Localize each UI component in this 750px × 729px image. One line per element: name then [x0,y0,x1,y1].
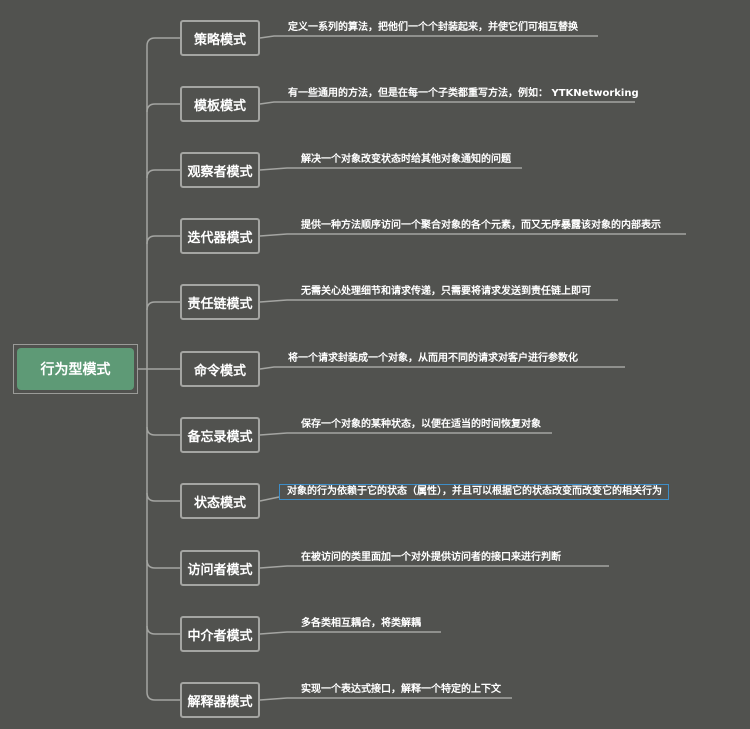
branch-desc-strategy[interactable]: 定义一系列的算法，把他们一个个封装起来，并使它们可相互替换 [288,21,578,35]
branch-connector-chain-of-responsibility [146,301,180,311]
branch-node-mediator[interactable]: 中介者模式 [180,616,260,652]
mindmap-canvas[interactable]: 行为型模式 策略模式 定义一系列的算法，把他们一个个封装起来，并使它们可相互替换模… [0,0,750,729]
branch-node-state[interactable]: 状态模式 [180,483,260,519]
branch-connector-strategy [146,37,180,47]
branch-connector-visitor [146,559,180,569]
branch-desc-chain-of-responsibility[interactable]: 无需关心处理细节和请求传递，只需要将请求发送到责任链上即可 [301,285,591,299]
branch-node-memento[interactable]: 备忘录模式 [180,417,260,453]
desc-underline-strategy [259,35,598,39]
branch-connector-observer [146,169,180,179]
desc-underline-interpreter [259,697,512,701]
branch-desc-state[interactable]: 对象的行为依赖于它的状态（属性），并且可以根据它的状态改变而改变它的相关行为 [279,484,669,500]
branch-node-visitor[interactable]: 访问者模式 [180,550,260,586]
branch-connector-template [146,103,180,113]
root-node[interactable]: 行为型模式 [13,344,138,394]
branch-connector-interpreter [146,691,180,701]
desc-underline-mediator [259,631,441,635]
desc-connector-state [259,496,280,502]
desc-underline-chain-of-responsibility [259,299,618,303]
branch-node-command[interactable]: 命令模式 [180,351,260,387]
branch-desc-visitor[interactable]: 在被访问的类里面加一个对外提供访问者的接口来进行判断 [301,551,561,565]
branch-node-interpreter[interactable]: 解释器模式 [180,682,260,718]
branch-connector-mediator [146,625,180,635]
branch-desc-iterator[interactable]: 提供一种方法顺序访问一个聚合对象的各个元素，而又无序暴露该对象的内部表示 [301,219,661,233]
desc-underline-visitor [259,565,609,569]
branch-desc-template[interactable]: 有一些通用的方法，但是在每一个子类都重写方法，例如： YTKNetworking [288,87,639,101]
desc-underline-memento [259,432,552,436]
desc-underline-observer [259,167,522,171]
branch-connector-memento [146,426,180,436]
branch-node-chain-of-responsibility[interactable]: 责任链模式 [180,284,260,320]
branch-desc-memento[interactable]: 保存一个对象的某种状态，以便在适当的时间恢复对象 [301,418,541,432]
root-node-label: 行为型模式 [17,348,134,390]
branch-connector-iterator [146,235,180,245]
branch-connector-state [146,492,180,502]
branch-node-iterator[interactable]: 迭代器模式 [180,218,260,254]
branch-node-strategy[interactable]: 策略模式 [180,20,260,56]
branch-desc-command[interactable]: 将一个请求封装成一个对象，从而用不同的请求对客户进行参数化 [288,352,578,366]
branch-desc-observer[interactable]: 解决一个对象改变状态时给其他对象通知的问题 [301,153,511,167]
desc-underline-command [259,366,625,370]
desc-underline-template [259,101,635,105]
branch-desc-interpreter[interactable]: 实现一个表达式接口，解释一个特定的上下文 [301,683,501,697]
branch-node-template[interactable]: 模板模式 [180,86,260,122]
branch-node-observer[interactable]: 观察者模式 [180,152,260,188]
desc-underline-iterator [259,233,686,237]
branch-desc-mediator[interactable]: 多各类相互耦合，将类解耦 [301,617,421,631]
